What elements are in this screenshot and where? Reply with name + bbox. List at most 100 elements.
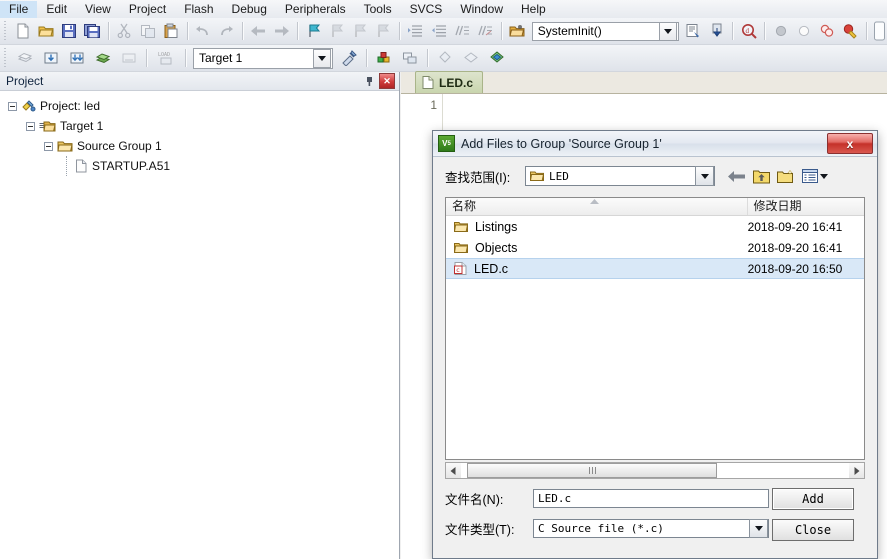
file-type-combo[interactable]: C Source file (*.c) [533, 519, 769, 538]
function-combo-icon[interactable] [507, 19, 528, 43]
view-mode-icon[interactable] [802, 169, 828, 183]
kill-breakpoints-icon[interactable] [793, 19, 814, 43]
rebuild-all-icon[interactable] [65, 46, 89, 70]
new-file-icon[interactable] [12, 19, 33, 43]
menu-item-edit[interactable]: Edit [37, 1, 76, 18]
files-icon[interactable] [459, 46, 483, 70]
menu-item-help[interactable]: Help [512, 1, 555, 18]
chevron-down-icon[interactable] [820, 174, 828, 179]
save-all-icon[interactable] [82, 19, 103, 43]
new-folder-icon[interactable] [777, 169, 795, 184]
translate-file-icon[interactable] [13, 46, 37, 70]
tree-item-target[interactable]: Target 1 [0, 116, 399, 136]
project-panel-title: Project [0, 74, 362, 88]
c-source-file-icon: c [454, 262, 467, 275]
file-list[interactable]: 名称 修改日期 Listings 2018-09-20 16:41 [445, 197, 865, 460]
file-list-horizontal-scrollbar[interactable] [445, 462, 865, 479]
close-dialog-button[interactable]: Close [772, 519, 854, 541]
back-arrow-icon[interactable] [727, 169, 746, 184]
file-list-row[interactable]: Listings 2018-09-20 16:41 [446, 216, 864, 237]
open-file-icon[interactable] [35, 19, 56, 43]
menu-item-flash[interactable]: Flash [175, 1, 222, 18]
paste-icon[interactable] [160, 19, 181, 43]
toolbar-overflow-icon[interactable] [872, 19, 886, 43]
manage-project-items-icon[interactable] [372, 46, 396, 70]
file-name-cell: Listings [446, 220, 748, 234]
toolbar-grip[interactable] [2, 21, 8, 41]
file-type-value: C Source file (*.c) [534, 522, 749, 535]
bookmark-toggle-icon[interactable] [303, 19, 324, 43]
scroll-left-icon[interactable] [446, 463, 461, 478]
outdent-icon[interactable] [428, 19, 449, 43]
build-target-icon[interactable] [39, 46, 63, 70]
line-number: 1 [401, 94, 437, 112]
scrollbar-track[interactable] [461, 463, 849, 478]
redo-icon[interactable] [216, 19, 237, 43]
comment-icon[interactable] [451, 19, 472, 43]
menu-item-debug[interactable]: Debug [223, 1, 276, 18]
navigate-back-icon[interactable] [248, 19, 269, 43]
close-icon[interactable]: ✕ [379, 73, 395, 89]
batch-build-icon[interactable] [91, 46, 115, 70]
menu-item-window[interactable]: Window [451, 1, 512, 18]
scroll-right-icon[interactable] [849, 463, 864, 478]
save-icon[interactable] [59, 19, 80, 43]
file-properties-icon[interactable] [683, 19, 704, 43]
menu-item-file[interactable]: File [0, 1, 37, 18]
close-button[interactable]: x [827, 133, 873, 154]
find-in-files-icon[interactable] [706, 19, 727, 43]
books-icon[interactable] [433, 46, 457, 70]
debug-start-icon[interactable] [840, 19, 861, 43]
column-header-name[interactable]: 名称 [446, 198, 748, 215]
chevron-down-icon[interactable] [659, 22, 677, 41]
uncomment-icon[interactable] [474, 19, 495, 43]
find-icon[interactable]: d [738, 19, 759, 43]
look-in-combo[interactable]: LED [525, 166, 715, 186]
function-navigation-combo[interactable]: SystemInit() [532, 22, 679, 41]
chevron-down-icon[interactable] [695, 166, 714, 186]
tree-item-source-group[interactable]: Source Group 1 [0, 136, 399, 156]
menu-item-view[interactable]: View [76, 1, 120, 18]
menu-item-svcs[interactable]: SVCS [401, 1, 452, 18]
target-options-icon[interactable] [337, 46, 361, 70]
chevron-down-icon[interactable] [313, 49, 331, 68]
bookmark-prev-icon[interactable] [326, 19, 347, 43]
cut-icon[interactable] [114, 19, 135, 43]
scrollbar-thumb[interactable] [467, 463, 717, 478]
file-list-row-selected[interactable]: c LED.c 2018-09-20 16:50 [446, 258, 864, 279]
tree-item-project[interactable]: Project: led [0, 96, 399, 116]
menu-item-project[interactable]: Project [120, 1, 175, 18]
functions-icon[interactable] [485, 46, 509, 70]
toolbar-grip[interactable] [2, 48, 9, 68]
indent-icon[interactable] [405, 19, 426, 43]
pin-icon[interactable] [362, 74, 376, 88]
expander-minus-icon[interactable] [44, 142, 53, 151]
target-selector-combo[interactable]: Target 1 [193, 48, 333, 69]
navigate-forward-icon[interactable] [271, 19, 292, 43]
dialog-title-bar[interactable]: V5 Add Files to Group 'Source Group 1' x [433, 131, 877, 157]
file-name-input[interactable]: LED.c [533, 489, 769, 508]
file-list-row[interactable]: Objects 2018-09-20 16:41 [446, 237, 864, 258]
column-header-date[interactable]: 修改日期 [748, 198, 864, 215]
stop-build-icon[interactable] [117, 46, 141, 70]
disable-breakpoint-icon[interactable] [817, 19, 838, 43]
download-icon[interactable]: LOAD [152, 46, 180, 70]
dialog-body: 查找范围(I): LED [433, 157, 877, 559]
tab-led-c[interactable]: LED.c [415, 71, 483, 93]
manage-multi-project-icon[interactable] [398, 46, 422, 70]
bookmark-clear-icon[interactable] [373, 19, 394, 43]
undo-icon[interactable] [192, 19, 213, 43]
tab-label: LED.c [439, 76, 473, 90]
bookmark-next-icon[interactable] [349, 19, 370, 43]
expander-minus-icon[interactable] [8, 102, 17, 111]
chevron-down-icon[interactable] [749, 519, 768, 538]
copy-icon[interactable] [137, 19, 158, 43]
add-button[interactable]: Add [772, 488, 854, 510]
menu-item-tools[interactable]: Tools [355, 1, 401, 18]
tree-item-startup-file[interactable]: STARTUP.A51 [0, 156, 399, 176]
insert-breakpoint-icon[interactable] [770, 19, 791, 43]
up-one-level-icon[interactable] [753, 169, 770, 184]
menu-item-peripherals[interactable]: Peripherals [276, 1, 355, 18]
expander-minus-icon[interactable] [26, 122, 35, 131]
file-type-label: 文件类型(T): [445, 519, 533, 538]
